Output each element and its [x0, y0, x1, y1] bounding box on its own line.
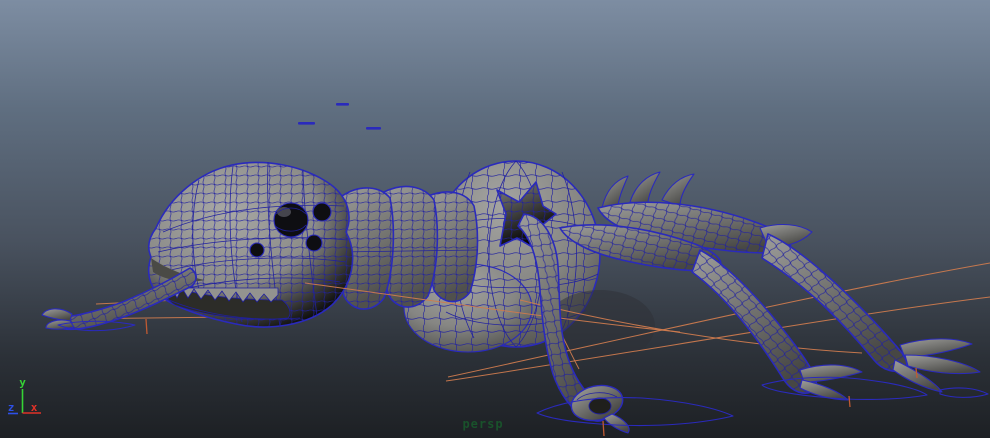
- thigh-spike: [661, 173, 695, 207]
- foot-socket: [588, 397, 612, 415]
- eye-small: [312, 202, 332, 222]
- claw: [799, 364, 863, 383]
- eye-small: [305, 234, 323, 252]
- camera-label: persp: [462, 417, 503, 431]
- axis-y-label: y: [19, 376, 26, 389]
- creature-model[interactable]: [41, 160, 655, 362]
- axis-z-label: z: [8, 401, 15, 414]
- claw: [41, 308, 73, 322]
- axis-x-label: x: [31, 401, 38, 414]
- axis-gizmo: y x z: [8, 376, 41, 415]
- toe-claw: [603, 413, 630, 434]
- thigh-spike: [629, 171, 661, 205]
- 3d-viewport[interactable]: y x z persp: [0, 0, 990, 438]
- locator-dash[interactable]: [336, 103, 349, 106]
- eye-small: [249, 242, 265, 258]
- locator-dash[interactable]: [298, 122, 315, 125]
- viewport-canvas[interactable]: y x z persp: [0, 0, 990, 438]
- floating-locators[interactable]: [298, 103, 381, 130]
- locator-dash[interactable]: [366, 127, 381, 130]
- head-mesh[interactable]: [147, 161, 354, 328]
